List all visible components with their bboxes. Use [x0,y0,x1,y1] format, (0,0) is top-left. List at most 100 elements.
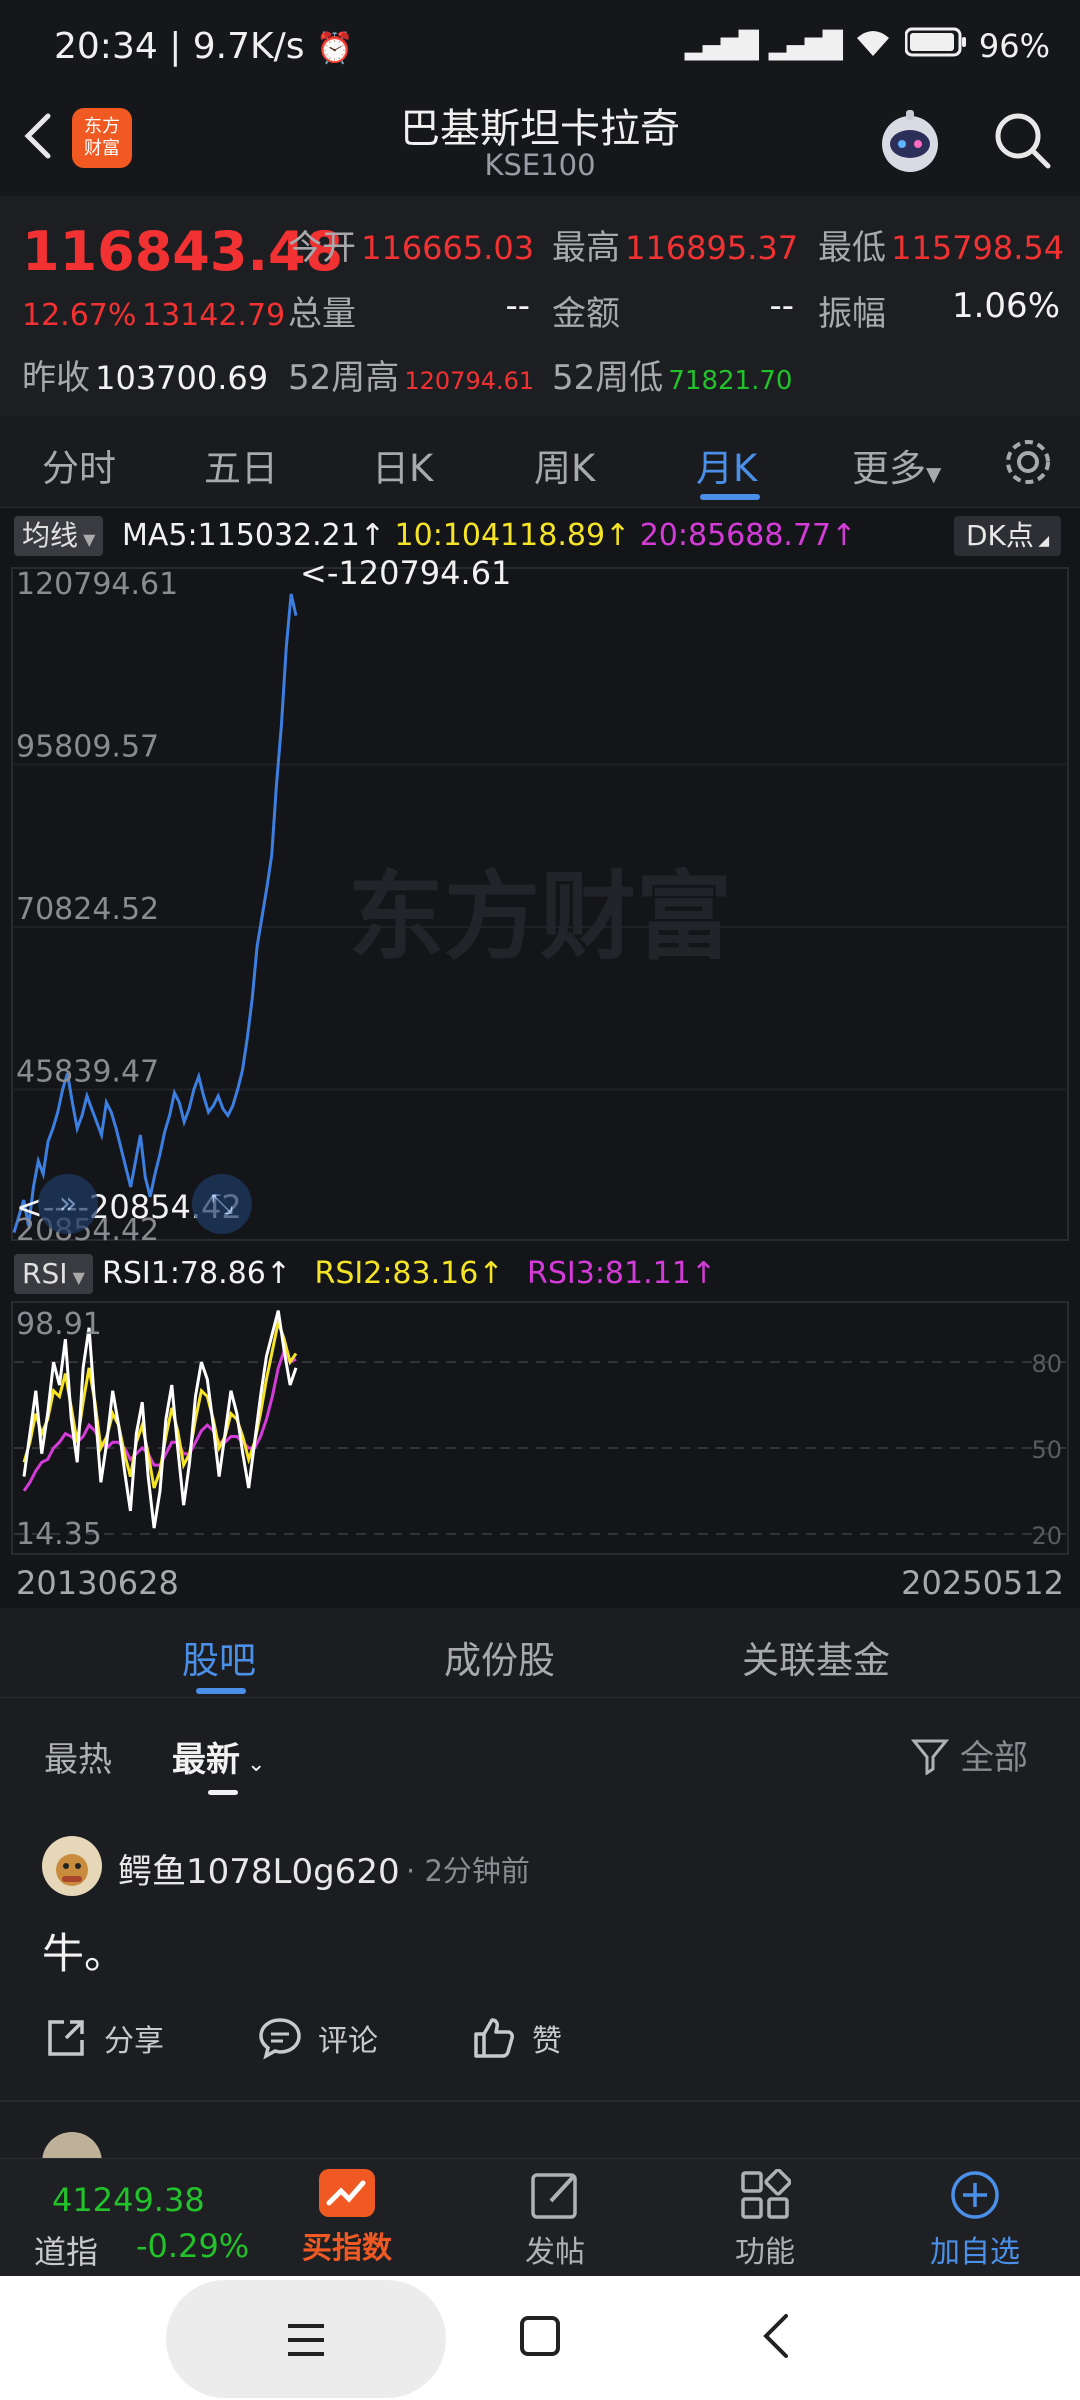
tab-underline [700,494,760,500]
x-axis-start-label: 20130628 [16,1564,179,1602]
share-icon [48,2020,84,2056]
change-amount: 13142.79 [142,298,286,333]
home-button[interactable] [518,2314,562,2358]
tab-monthly-k[interactable]: 月K [696,438,757,492]
volume: 总量 -- [288,286,530,334]
filter-icon [910,1739,950,1775]
plus-circle-icon [951,2171,999,2219]
prev-close: 昨收 103700.69 [22,358,269,398]
thumbs-up-icon [474,2018,514,2058]
x-axis-end-label: 20250512 [901,1564,1064,1602]
period-tabs: 分时 五日 日K 周K 月K 更多▼ [0,416,1080,508]
menu-icon [288,2323,324,2356]
tab-forum[interactable]: 股吧 [182,1630,256,1684]
share-button[interactable]: 分享 [42,2014,164,2062]
rsi-reference-label: 50 [1031,1436,1062,1464]
gear-icon [1006,440,1050,484]
battery-icon [904,27,967,65]
grid-icon [741,2168,792,2219]
avatar[interactable] [42,1836,102,1896]
rsi-values: RSI1:78.86↑ RSI2:83.16↑ RSI3:81.11↑ [102,1256,716,1291]
price-axis-label: 95809.57 [16,729,159,764]
low-price: 最低 115798.54 [818,228,1065,268]
signal-icon: ▂▄▆█ [684,31,759,61]
trend-up-icon [319,2169,375,2217]
rsi-axis-max-label: 98.91 [16,1307,102,1342]
rsi-line-rsi1 [22,1310,298,1529]
kline-chart-area[interactable]: 均线 ▼ MA5:115032.21↑ 10:104118.89↑ 20:856… [0,508,1080,1608]
post-button[interactable]: 发帖 [500,2169,610,2270]
bottom-toolbar: 41249.38 道指 -0.29% 买指数 发帖 功能 加自选 [0,2158,1080,2276]
comment-button[interactable]: 评论 [256,2014,378,2062]
tab-five-day[interactable]: 五日 [204,438,278,492]
quote-panel: 116843.48 12.67% 13142.79 昨收 103700.69 今… [0,196,1080,416]
tab-related-funds[interactable]: 关联基金 [742,1630,890,1684]
filter-button[interactable]: 全部 [910,1730,1028,1779]
sort-underline [208,1790,238,1795]
zoom-button[interactable]: ⤡ [192,1174,252,1234]
amount: 金额 -- [552,286,794,334]
amplitude: 振幅 1.06% [818,286,1060,334]
price-axis-label: 45839.47 [16,1055,159,1090]
header: 东方财富 巴基斯坦卡拉奇 KSE100 [0,96,1080,196]
tab-minute[interactable]: 分时 [42,438,116,492]
dji-change: -0.29% [136,2227,250,2265]
change-percent: 12.67% [22,298,137,333]
tab-weekly-k[interactable]: 周K [534,438,595,492]
divider [0,2100,1080,2102]
tab-underline-forum [196,1688,246,1694]
settings-button[interactable] [1000,434,1056,490]
wk52-low: 52周低 71821.70 [552,358,793,398]
add-watchlist-button[interactable]: 加自选 [920,2169,1030,2270]
rsi-chart: 80 50 20 98.91 14.35 20130628 20250512 [11,1301,1069,1602]
buy-index-button[interactable]: 买指数 [292,2169,402,2269]
back-triangle-icon [763,2314,788,2358]
forum-feed: 最热 最新 ⌄ 全部 鳄鱼1078L0g620 · 2分钟前 牛。 分享 评论 … [0,1698,1080,2162]
post-item[interactable]: 鳄鱼1078L0g620 · 2分钟前 牛。 分享 评论 赞 [0,1826,1080,2116]
scroll-left-button[interactable]: » [38,1174,98,1234]
price-chart: 东方财富 120794.6195809.5770824.5245839.4720… [11,560,1069,1248]
wifi-icon [853,26,893,66]
dk-point-button[interactable]: DK点 ◢ [954,516,1062,556]
high-price: 最高 116895.37 [552,228,799,268]
back-nav-button[interactable] [756,2310,796,2362]
dji-label: 道指 [34,2233,99,2271]
max-price-annotation: <-120794.61 [300,560,511,592]
sort-hot[interactable]: 最热 [44,1732,112,1781]
comment-icon [259,2018,301,2060]
rsi-selector[interactable]: RSI ▼ [14,1254,93,1294]
signal-icon-2: ▂▄▆█ [768,31,843,61]
post-content[interactable]: 牛。 [42,1920,126,1981]
edit-icon [531,2173,577,2219]
tab-more[interactable]: 更多▼ [852,438,941,492]
community-tabs: 股吧 成份股 关联基金 [0,1608,1080,1698]
dji-value: 41249.38 [52,2181,205,2219]
alarm-icon: ⏰ [315,31,354,66]
status-time: 20:34 | 9.7K/s ⏰ [54,26,354,67]
robot-assistant-icon[interactable] [872,104,948,180]
dji-ticker[interactable]: 41249.38 道指 -0.29% [0,2159,260,2277]
ma-values: MA5:115032.21↑ 10:104118.89↑ 20:85688.77… [122,518,857,553]
functions-button[interactable]: 功能 [710,2168,820,2270]
sort-new[interactable]: 最新 ⌄ [172,1732,265,1781]
status-right: ▂▄▆█ ▂▄▆█ 96% [685,26,1050,66]
watermark: 东方财富 [348,861,732,973]
like-button[interactable]: 赞 [470,2014,562,2062]
tab-constituents[interactable]: 成份股 [444,1630,555,1684]
home-square-icon [520,2316,560,2356]
post-author[interactable]: 鳄鱼1078L0g620 [118,1844,400,1893]
rsi-reference-label: 80 [1031,1350,1062,1378]
open-price: 今开 116665.03 [288,228,535,268]
tab-daily-k[interactable]: 日K [372,438,433,492]
ma-selector[interactable]: 均线 ▼ [14,516,104,556]
rsi-axis-min-label: 14.35 [16,1517,102,1552]
system-nav-bar [0,2276,1080,2400]
search-button[interactable] [990,108,1054,172]
post-time: · 2分钟前 [406,1854,530,1888]
dropdown-arrow-icon: ▼ [926,462,942,486]
search-icon [995,113,1051,169]
price-axis-label: 120794.61 [16,567,178,602]
status-bar: 20:34 | 9.7K/s ⏰ ▂▄▆█ ▂▄▆█ 96% [0,0,1080,96]
recent-apps-button[interactable] [166,2280,446,2398]
wk52-high: 52周高 120794.61 [288,358,535,398]
